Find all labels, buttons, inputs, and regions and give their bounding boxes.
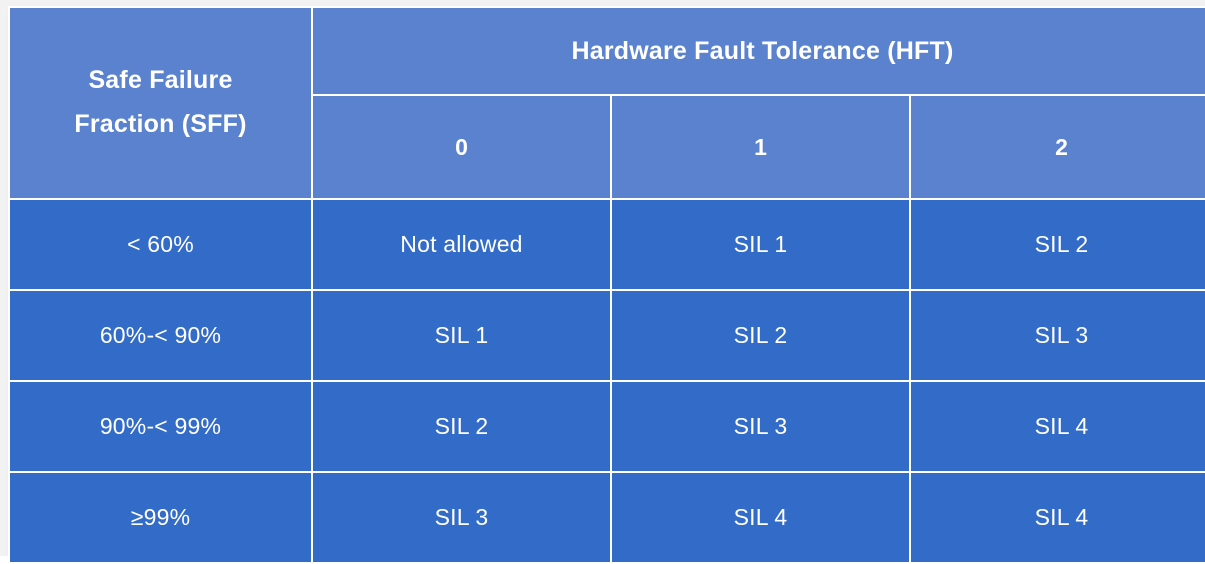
table-row: 60%-< 90% SIL 1 SIL 2 SIL 3 — [8, 289, 1205, 382]
row-header-sff-range: 60%-< 90% — [8, 289, 313, 382]
cell-sff3-hft1: SIL 4 — [610, 471, 911, 564]
cell-sff0-hft1: SIL 1 — [610, 198, 911, 291]
cell-sff2-hft1: SIL 3 — [610, 380, 911, 473]
row-header-sff-range: 90%-< 99% — [8, 380, 313, 473]
cell-sff1-hft0: SIL 1 — [311, 289, 612, 382]
header-sff-line1: Safe Failure — [88, 66, 233, 95]
table-row: 90%-< 99% SIL 2 SIL 3 SIL 4 — [8, 380, 1205, 473]
header-cell-hft-0: 0 — [311, 94, 612, 200]
header-sff-line2: Fraction (SFF) — [74, 110, 247, 138]
cell-sff0-hft0: Not allowed — [311, 198, 612, 291]
cell-sff1-hft1: SIL 2 — [610, 289, 911, 382]
header-cell-safe-failure-fraction: Safe Failure Fraction (SFF) — [8, 6, 313, 200]
header-cell-hardware-fault-tolerance: Hardware Fault Tolerance (HFT) — [311, 6, 1205, 96]
table-header-row-group-title: Safe Failure Fraction (SFF) Hardware Fau… — [8, 6, 1205, 200]
header-cell-hft-1: 1 — [610, 94, 911, 200]
header-cell-hft-2: 2 — [909, 94, 1205, 200]
cell-sff0-hft2: SIL 2 — [909, 198, 1205, 291]
sil-determination-table-frame: Safe Failure Fraction (SFF) Hardware Fau… — [0, 0, 1205, 564]
row-header-sff-range: ≥99% — [8, 471, 313, 564]
cell-sff3-hft2: SIL 4 — [909, 471, 1205, 564]
table-row: ≥99% SIL 3 SIL 4 SIL 4 — [8, 471, 1205, 564]
table-row: < 60% Not allowed SIL 1 SIL 2 — [8, 198, 1205, 291]
cell-sff2-hft0: SIL 2 — [311, 380, 612, 473]
cell-sff1-hft2: SIL 3 — [909, 289, 1205, 382]
cell-sff2-hft2: SIL 4 — [909, 380, 1205, 473]
sil-determination-table: Safe Failure Fraction (SFF) Hardware Fau… — [8, 6, 1205, 564]
row-header-sff-range: < 60% — [8, 198, 313, 291]
cell-sff3-hft0: SIL 3 — [311, 471, 612, 564]
